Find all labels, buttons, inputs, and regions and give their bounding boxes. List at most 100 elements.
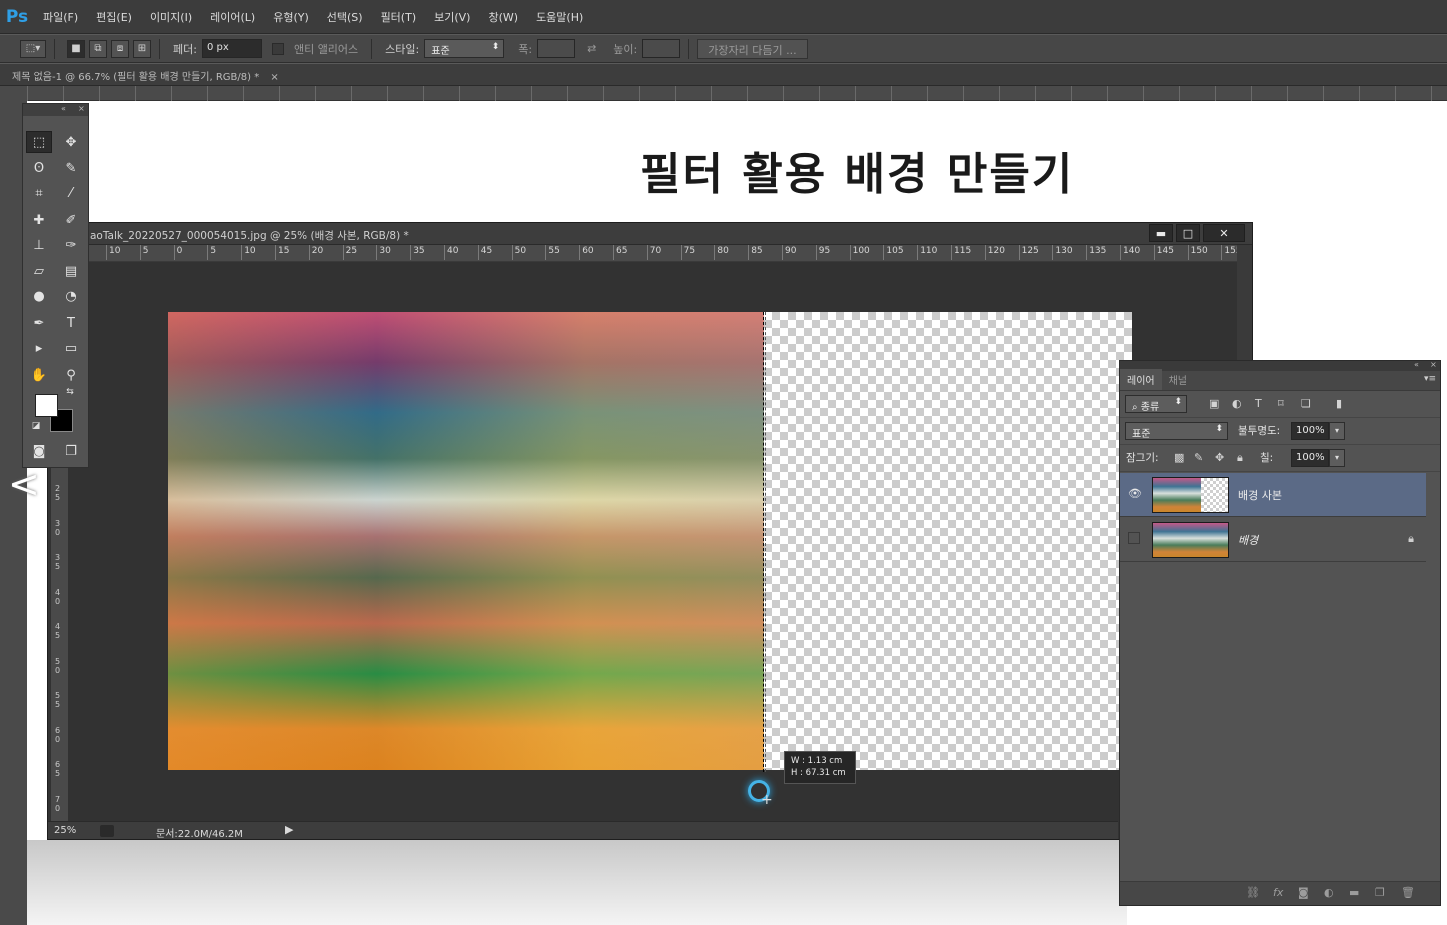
play-arrow-icon[interactable]: ▶ (285, 823, 293, 836)
blurred-image-layer[interactable] (168, 312, 764, 770)
crop-tool-icon[interactable]: ⌗ (26, 182, 52, 204)
style-select[interactable]: 표준 (424, 39, 505, 58)
panel-menu-icon[interactable]: ▾≡ (1424, 374, 1436, 384)
blend-mode-select[interactable]: 표준 (1125, 422, 1228, 440)
healing-brush-tool-icon[interactable]: ✚ (26, 209, 52, 231)
width-input[interactable] (537, 39, 576, 58)
subtract-selection-icon[interactable]: ⧈ (111, 39, 129, 58)
link-icon[interactable]: ⛓ (1246, 886, 1260, 899)
transparent-area[interactable] (764, 312, 1132, 770)
menu-filter[interactable]: 필터(T) (372, 9, 426, 25)
mask-icon[interactable]: ◙ (1298, 886, 1309, 899)
opacity-dropdown-icon[interactable]: ▾ (1329, 422, 1345, 440)
clone-stamp-tool-icon[interactable]: ⊥ (26, 234, 52, 256)
feather-input[interactable]: 0 px (201, 39, 262, 58)
maximize-button[interactable]: □ (1176, 224, 1200, 242)
folder-icon[interactable]: ▬ (1349, 886, 1359, 899)
lock-paint-icon[interactable]: ✎ (1194, 451, 1203, 464)
brush-tool-icon[interactable]: ✐ (58, 209, 84, 231)
marquee-preset-icon[interactable]: ⬚▾ (20, 39, 46, 58)
foreground-color-swatch[interactable] (35, 394, 58, 417)
menu-edit[interactable]: 편집(E) (87, 9, 141, 25)
height-input[interactable] (642, 39, 681, 58)
tab-layers[interactable]: 레이어 (1120, 369, 1162, 390)
close-icon[interactable]: × (78, 104, 85, 113)
close-icon[interactable]: × (1430, 360, 1437, 369)
toolbox-header[interactable]: « × (23, 104, 88, 116)
tab-channels[interactable]: 채널 (1162, 369, 1194, 390)
menu-help[interactable]: 도움말(H) (527, 9, 592, 25)
tab-close-icon[interactable]: × (270, 72, 278, 83)
new-layer-icon[interactable]: ❐ (1375, 886, 1385, 899)
lasso-tool-icon[interactable]: ʘ (26, 157, 52, 179)
type-filter-icon[interactable]: T (1255, 397, 1262, 410)
menu-view[interactable]: 보기(V) (425, 9, 479, 25)
ruler-tick (207, 245, 209, 260)
document-window-titlebar[interactable]: aoTalk_20220527_000054015.jpg @ 25% (배경 … (48, 223, 1252, 245)
eye-icon[interactable]: 👁︎ (1128, 487, 1142, 501)
pen-tool-icon[interactable]: ✒ (26, 312, 52, 334)
collapse-icon[interactable]: « (1414, 360, 1419, 369)
menu-type[interactable]: 유형(Y) (264, 9, 318, 25)
swap-icon[interactable]: ⇄ (587, 42, 596, 55)
layer-row-background[interactable]: 배경 🔒︎ (1120, 518, 1426, 562)
quick-select-tool-icon[interactable]: ✎ (58, 157, 84, 179)
shape-filter-icon[interactable]: ⌑ (1278, 397, 1284, 410)
document-tab[interactable]: 제목 없음-1 @ 66.7% (필터 활용 배경 만들기, RGB/8) * … (4, 64, 287, 86)
visibility-toggle[interactable] (1128, 532, 1140, 544)
fill-input[interactable]: 100% (1291, 449, 1329, 467)
collapse-icon[interactable]: « (61, 104, 66, 113)
fx-icon[interactable]: fx (1273, 886, 1283, 899)
lock-all-icon[interactable]: 🔒︎ (1237, 451, 1243, 465)
screen-mode-icon[interactable]: ❐ (58, 440, 84, 462)
history-brush-tool-icon[interactable]: ✑ (58, 234, 84, 256)
chevron-left-icon[interactable]: < (8, 462, 40, 506)
dodge-tool-icon[interactable]: ◔ (58, 285, 84, 307)
type-tool-icon[interactable]: T (58, 312, 84, 334)
quick-mask-icon[interactable]: ◙ (26, 440, 52, 462)
filter-toggle-icon[interactable]: ▮ (1336, 397, 1342, 410)
eraser-tool-icon[interactable]: ▱ (26, 260, 52, 282)
eyedropper-tool-icon[interactable]: ⁄ (58, 182, 84, 204)
ruler-tick (815, 245, 817, 260)
zoom-level[interactable]: 25% (54, 825, 76, 836)
menu-file[interactable]: 파일(F) (34, 9, 87, 25)
opacity-input[interactable]: 100% (1291, 422, 1329, 440)
menu-select[interactable]: 선택(S) (318, 9, 372, 25)
adjustment-filter-icon[interactable]: ◐ (1232, 397, 1242, 410)
smart-object-filter-icon[interactable]: ❏ (1301, 397, 1311, 410)
layer-name[interactable]: 배경 사본 (1238, 487, 1282, 503)
adjustment-icon[interactable]: ◐ (1324, 886, 1334, 899)
menu-image[interactable]: 이미지(I) (141, 9, 201, 25)
close-button[interactable]: ✕ (1203, 224, 1245, 242)
lock-position-icon[interactable]: ✥ (1215, 451, 1224, 464)
status-info-icon[interactable] (100, 825, 114, 837)
shape-tool-icon[interactable]: ▭ (58, 337, 84, 359)
rect-marquee-tool-icon[interactable]: ⬚ (26, 131, 52, 153)
move-tool-icon[interactable]: ✥ (58, 131, 84, 153)
fill-dropdown-icon[interactable]: ▾ (1329, 449, 1345, 467)
menu-window[interactable]: 창(W) (479, 9, 527, 25)
pixel-filter-icon[interactable]: ▣ (1209, 397, 1219, 410)
layer-name[interactable]: 배경 (1238, 532, 1258, 548)
hand-tool-icon[interactable]: ✋ (26, 364, 52, 386)
gradient-tool-icon[interactable]: ▤ (58, 260, 84, 282)
minimize-button[interactable]: ▬ (1149, 224, 1173, 242)
add-selection-icon[interactable]: ⧉ (89, 39, 107, 58)
filter-kind-select[interactable]: ⌕ 종류 (1125, 395, 1187, 413)
trash-icon[interactable]: 🗑︎ (1401, 886, 1415, 899)
blur-tool-icon[interactable]: ● (26, 285, 52, 307)
ruler-tick (579, 245, 581, 260)
path-select-tool-icon[interactable]: ▸ (26, 337, 52, 359)
intersect-selection-icon[interactable]: ⊞ (133, 39, 151, 58)
antialias-checkbox[interactable] (271, 42, 284, 55)
lock-transparent-icon[interactable]: ▩ (1174, 451, 1184, 464)
zoom-tool-icon[interactable]: ⚲ (58, 364, 84, 386)
menu-layer[interactable]: 레이어(L) (201, 9, 264, 25)
layer-row-background-copy[interactable]: 👁︎ 배경 사본 (1120, 473, 1426, 517)
default-colors-icon[interactable]: ◪ (29, 420, 43, 432)
ruler-label: 150 (1190, 246, 1208, 256)
new-selection-icon[interactable]: ■ (67, 39, 85, 58)
refine-edge-button[interactable]: 가장자리 다듬기 ... (697, 38, 808, 59)
swap-colors-icon[interactable]: ⇆ (63, 386, 77, 398)
